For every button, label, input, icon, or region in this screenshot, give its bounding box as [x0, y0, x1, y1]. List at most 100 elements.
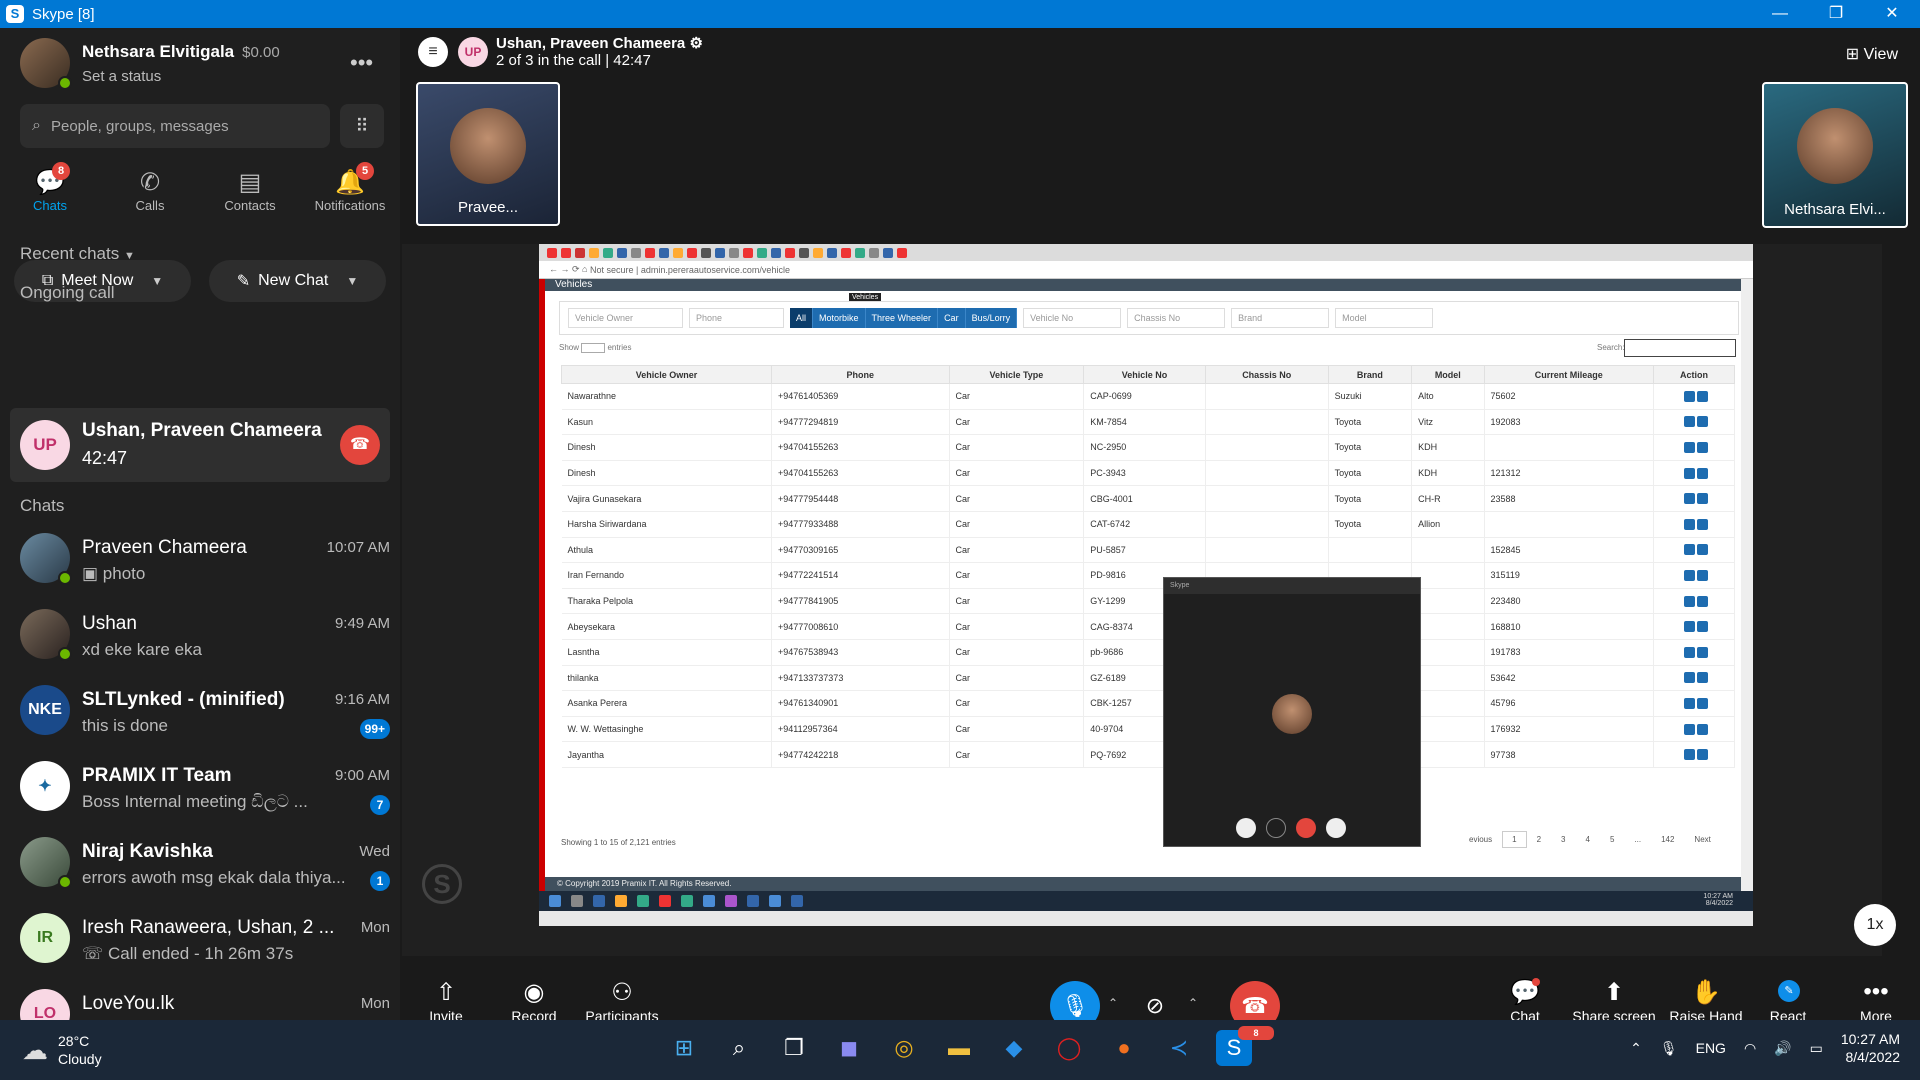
battery-icon[interactable]: ▭ — [1810, 1040, 1823, 1057]
column-header[interactable]: Phone — [771, 365, 950, 384]
edit-icon[interactable] — [1683, 518, 1695, 530]
search-input[interactable]: ⌕ People, groups, messages — [20, 104, 330, 148]
column-header[interactable]: Action — [1652, 365, 1736, 384]
page-link[interactable]: evious — [1459, 831, 1502, 848]
model-filter-input[interactable]: Model — [1335, 308, 1434, 328]
chassis-filter-input[interactable]: Chassis No — [1127, 308, 1226, 328]
nav-arrows-icon[interactable]: ← → ⟳ ⌂ — [549, 264, 587, 275]
phone-filter-input[interactable]: Phone — [689, 308, 784, 328]
vscode-icon[interactable]: ≺ — [1161, 1030, 1197, 1066]
column-header[interactable]: Vehicle No — [1083, 365, 1206, 384]
history-icon[interactable] — [1696, 697, 1708, 709]
view-button[interactable]: ⊞ View — [1846, 44, 1898, 64]
page-link[interactable]: Next — [1684, 831, 1720, 848]
edit-icon[interactable] — [1683, 467, 1695, 479]
self-thumbnail[interactable]: Nethsara Elvi... — [1762, 82, 1908, 228]
speed-button[interactable]: 1x — [1854, 904, 1896, 946]
list-item[interactable]: LO LoveYou.lk Mon — [0, 979, 400, 1020]
history-icon[interactable] — [1696, 570, 1708, 582]
share-screen-button[interactable]: ⬆ Share screen — [1568, 978, 1660, 1024]
minimize-icon[interactable]: — — [1752, 0, 1808, 28]
edit-icon[interactable] — [1683, 390, 1695, 402]
page-link[interactable]: ... — [1624, 831, 1651, 848]
file-explorer-icon[interactable]: ▬ — [941, 1030, 977, 1066]
history-icon[interactable] — [1696, 646, 1708, 658]
list-item[interactable]: IR Iresh Ranaweera, Ushan, 2 ... ☏ Call … — [0, 903, 400, 979]
settings-icon[interactable]: ⚙ — [689, 35, 702, 52]
page-link[interactable]: 5 — [1600, 831, 1624, 848]
history-icon[interactable] — [1696, 493, 1708, 505]
list-item[interactable]: Niraj Kavishka errors awoth msg ekak dal… — [0, 827, 400, 903]
record-button[interactable]: ◉ Record — [494, 978, 574, 1024]
chrome-icon[interactable]: ◎ — [886, 1030, 922, 1066]
page-length-select[interactable] — [581, 343, 606, 353]
more-button[interactable]: ••• More — [1836, 978, 1916, 1024]
tab-chats[interactable]: 💬 8 Chats — [0, 162, 100, 213]
teams-chat-icon[interactable]: ◼ — [831, 1030, 867, 1066]
segment-three-wheeler[interactable]: Three Wheeler — [865, 308, 939, 328]
invite-button[interactable]: ⇧ Invite — [406, 978, 486, 1024]
page-link[interactable]: 2 — [1527, 831, 1551, 848]
recent-chats-dropdown[interactable]: Recent chats ▼ — [20, 244, 135, 264]
history-icon[interactable] — [1696, 416, 1708, 428]
page-link[interactable]: 3 — [1551, 831, 1575, 848]
table-search-input[interactable] — [1624, 339, 1736, 357]
chevron-up-icon[interactable]: ⌃ — [1630, 1040, 1642, 1057]
close-icon[interactable]: ✕ — [1864, 0, 1920, 28]
hamburger-icon[interactable]: ≡ — [418, 36, 448, 67]
task-view-icon[interactable]: ❐ — [776, 1030, 812, 1066]
ongoing-call-item[interactable]: UP Ushan, Praveen Chameera 42:47 ☎ — [10, 408, 390, 482]
brand-filter-input[interactable]: Brand — [1231, 308, 1330, 328]
chat-button[interactable]: 💬 Chat — [1485, 978, 1565, 1024]
history-icon[interactable] — [1696, 467, 1708, 479]
column-header[interactable]: Vehicle Type — [948, 365, 1085, 384]
search-icon[interactable]: ⌕ — [721, 1030, 757, 1066]
opera-icon[interactable]: ◯ — [1051, 1030, 1087, 1066]
history-icon[interactable] — [1696, 621, 1708, 633]
more-options-icon[interactable]: ••• — [350, 50, 373, 76]
dialpad-icon[interactable]: ⠿ — [340, 104, 384, 148]
firefox-icon[interactable]: ● — [1106, 1030, 1142, 1066]
profile[interactable]: Nethsara Elvitigala $0.00 Set a status — [20, 38, 280, 90]
language-indicator[interactable]: ENG — [1696, 1040, 1726, 1056]
edit-icon[interactable] — [1683, 595, 1695, 607]
segment-all[interactable]: All — [790, 308, 814, 328]
segment-bus-lorry[interactable]: Bus/Lorry — [965, 308, 1018, 328]
end-call-icon[interactable] — [1296, 818, 1316, 838]
edit-icon[interactable] — [1683, 442, 1695, 454]
skype-mini-window[interactable]: Skype — [1163, 577, 1421, 847]
edit-icon[interactable] — [1683, 646, 1695, 658]
avatar[interactable] — [20, 38, 72, 90]
camera-off-icon[interactable] — [1266, 818, 1286, 838]
end-call-icon[interactable]: ☎ — [340, 425, 380, 465]
address-bar[interactable]: ← → ⟳ ⌂ Not secure | admin.pereraautoser… — [539, 261, 1753, 279]
edit-icon[interactable] — [1683, 723, 1695, 735]
raise-hand-button[interactable]: ✋ Raise Hand — [1660, 978, 1752, 1024]
skype-taskbar-icon[interactable]: S8 — [1216, 1026, 1274, 1066]
history-icon[interactable] — [1696, 595, 1708, 607]
page-link[interactable]: 1 — [1502, 831, 1527, 848]
expand-icon[interactable] — [1326, 818, 1346, 838]
new-chat-button[interactable]: ✎ New Chat ▼ — [209, 260, 386, 302]
list-item[interactable]: ✦ PRAMIX IT Team Boss Internal meeting ඩ… — [0, 751, 400, 827]
page-length[interactable]: Show entries — [559, 343, 632, 353]
edit-icon[interactable] — [1683, 749, 1695, 761]
chevron-up-icon[interactable]: ⌃ — [1108, 996, 1118, 1010]
edit-icon[interactable] — [1683, 672, 1695, 684]
app-icon[interactable]: ◆ — [996, 1030, 1032, 1066]
list-item[interactable]: NKE SLTLynked - (minified) this is done … — [0, 675, 400, 751]
column-header[interactable]: Chassis No — [1204, 365, 1329, 384]
chevron-up-icon[interactable]: ⌃ — [1188, 996, 1198, 1010]
edit-icon[interactable] — [1683, 493, 1695, 505]
mic-icon[interactable] — [1236, 818, 1256, 838]
list-item[interactable]: Ushan xd eke kare eka 9:49 AM — [0, 599, 400, 675]
history-icon[interactable] — [1696, 544, 1708, 556]
mic-icon[interactable]: 🎙 — [1660, 1040, 1678, 1057]
vehicle-no-filter-input[interactable]: Vehicle No — [1023, 308, 1122, 328]
scrollbar[interactable] — [1741, 279, 1753, 891]
edit-icon[interactable] — [1683, 621, 1695, 633]
column-header[interactable]: Model — [1411, 365, 1485, 384]
edit-icon[interactable] — [1683, 544, 1695, 556]
clock[interactable]: 10:27 AM 8/4/2022 — [1841, 1030, 1900, 1066]
column-header[interactable]: Brand — [1327, 365, 1413, 384]
